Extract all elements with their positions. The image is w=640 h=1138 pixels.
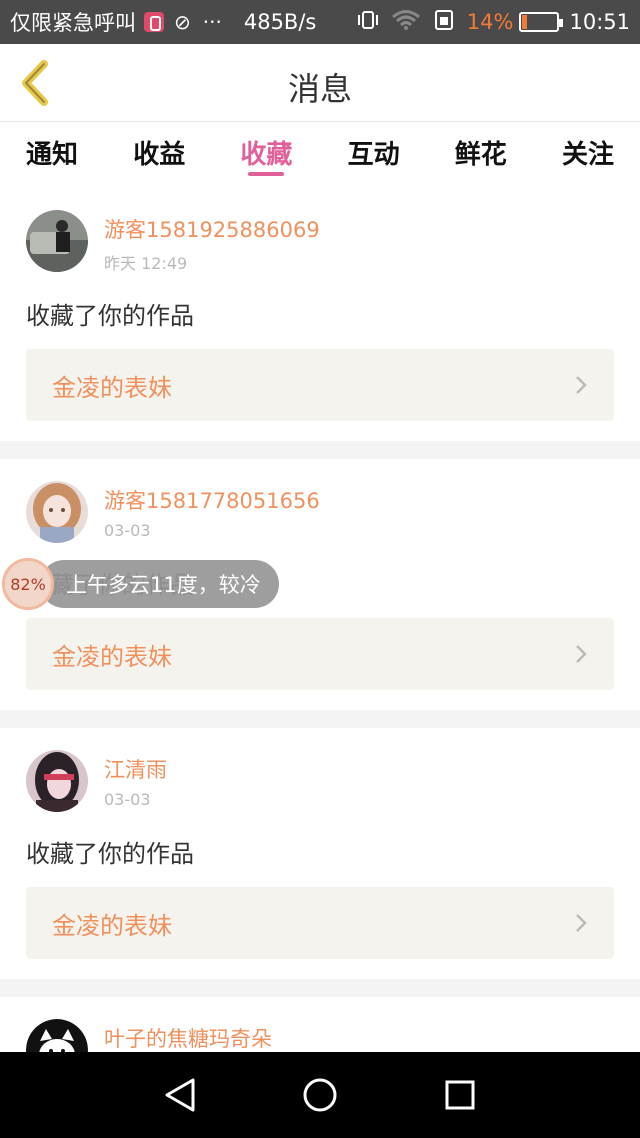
notification-card: 叶子的焦糖玛奇朵 03-02 <box>0 997 640 1052</box>
tab-favorites[interactable]: 收藏 <box>240 122 292 188</box>
tab-follow[interactable]: 关注 <box>562 122 614 188</box>
tab-earnings[interactable]: 收益 <box>133 122 185 188</box>
wifi-icon <box>391 9 421 36</box>
percent-bubble[interactable]: 82% <box>2 558 54 610</box>
vibrate-icon <box>357 9 379 36</box>
back-nav-button[interactable] <box>160 1075 200 1115</box>
chevron-right-icon <box>576 645 587 663</box>
tab-notice[interactable]: 通知 <box>26 122 78 188</box>
tab-interaction[interactable]: 互动 <box>348 122 400 188</box>
system-navigation-bar <box>0 1052 640 1138</box>
work-title: 金凌的表妹 <box>52 911 172 940</box>
battery-icon <box>519 12 564 32</box>
avatar[interactable] <box>26 481 88 543</box>
home-nav-button[interactable] <box>300 1075 340 1115</box>
more-icon: ··· <box>202 10 222 34</box>
weather-widget[interactable]: 82% 上午多云11度，较冷 <box>2 558 279 610</box>
weather-text: 上午多云11度，较冷 <box>40 560 279 608</box>
work-title: 金凌的表妹 <box>52 642 172 671</box>
timestamp: 昨天 12:49 <box>104 254 188 273</box>
notification-list[interactable]: 游客1581925886069 昨天 12:49 收藏了你的作品 金凌的表妹 游… <box>0 188 640 1052</box>
chevron-right-icon <box>576 376 587 394</box>
clock: 10:51 <box>569 10 630 34</box>
work-link[interactable]: 金凌的表妹 <box>26 887 614 959</box>
battery-percent: 14% <box>466 10 514 34</box>
action-text: 收藏了你的作品 <box>26 302 194 330</box>
avatar[interactable] <box>26 210 88 272</box>
nav-bar: 消息 <box>0 44 640 122</box>
notification-card: 游客1581925886069 昨天 12:49 收藏了你的作品 金凌的表妹 <box>0 188 640 441</box>
work-link[interactable]: 金凌的表妹 <box>26 618 614 690</box>
notification-app-icon <box>144 12 164 32</box>
carrier-text: 仅限紧急呼叫 <box>10 11 136 35</box>
status-bar: 仅限紧急呼叫 ⊘ ··· 485B/s 14% 10:51 <box>0 0 640 44</box>
avatar[interactable] <box>26 1019 88 1052</box>
timestamp: 03-03 <box>104 521 151 540</box>
triangle-back-icon <box>165 1078 195 1112</box>
work-link[interactable]: 金凌的表妹 <box>26 349 614 421</box>
circle-home-icon <box>303 1078 337 1112</box>
sim-icon <box>433 9 455 36</box>
avatar[interactable] <box>26 750 88 812</box>
user-name[interactable]: 叶子的焦糖玛奇朵 <box>104 1023 272 1052</box>
recents-nav-button[interactable] <box>440 1075 480 1115</box>
blocked-icon: ⊘ <box>174 10 191 34</box>
notification-card: 江清雨 03-03 收藏了你的作品 金凌的表妹 <box>0 728 640 979</box>
tab-bar: 通知 收益 收藏 互动 鲜花 关注 <box>0 122 640 188</box>
action-text: 收藏了你的作品 <box>26 840 194 868</box>
page-title: 消息 <box>287 70 352 108</box>
square-recents-icon <box>445 1080 475 1110</box>
work-title: 金凌的表妹 <box>52 373 172 402</box>
network-speed: 485B/s <box>243 10 317 34</box>
chevron-right-icon <box>576 914 587 932</box>
tab-flowers[interactable]: 鲜花 <box>455 122 507 188</box>
user-name[interactable]: 江清雨 <box>104 754 167 784</box>
user-name[interactable]: 游客1581778051656 <box>104 485 320 515</box>
user-name[interactable]: 游客1581925886069 <box>104 214 320 244</box>
timestamp: 03-03 <box>104 790 151 809</box>
